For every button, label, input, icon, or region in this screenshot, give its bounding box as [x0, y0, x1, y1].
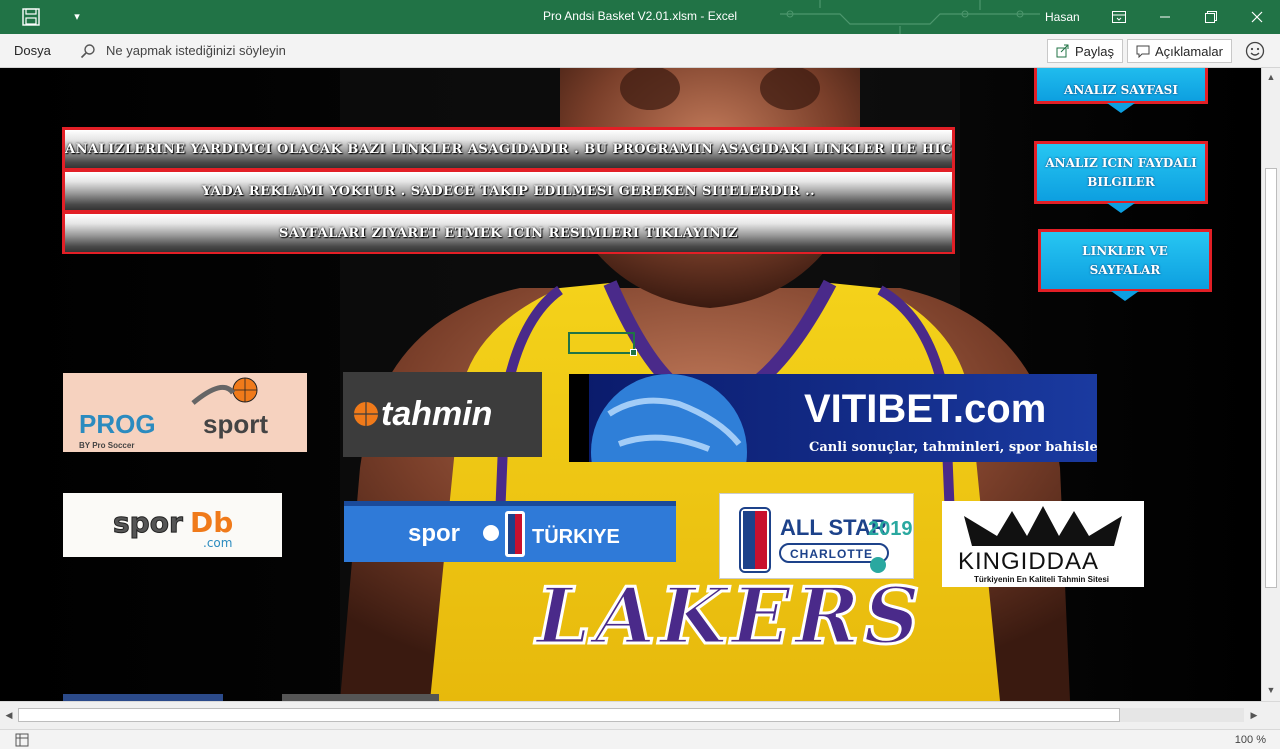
scroll-left-arrow-icon[interactable]: ◀: [2, 708, 16, 722]
vertical-scrollbar[interactable]: ▲ ▼: [1261, 68, 1280, 701]
minimize-button[interactable]: [1142, 0, 1188, 34]
close-icon: [1251, 11, 1263, 23]
linkler-label-line1: LINKLER VE: [1082, 243, 1168, 258]
kingiddaa-link-image[interactable]: KINGIDDAA Türkiyenin En Kaliteli Tahmin …: [942, 501, 1144, 587]
vitibet-tagline: Canli sonuçlar, tahminleri, spor bahisle…: [809, 440, 1097, 455]
ribbon-bar: Dosya Ne yapmak istediğinizi söyleyin Pa…: [0, 34, 1280, 68]
allstar-graphic: ALL STAR 2019 CHARLOTTE: [739, 507, 913, 573]
progsport-subtitle: BY Pro Soccer: [79, 441, 134, 450]
banner-line-1: ANALIZLERINE YARDIMCI OLACAK BAZI LINKLE…: [64, 129, 953, 169]
vitibet-graphic: VITIBET.com Canli sonuçlar, tahminleri, …: [569, 374, 1097, 462]
kingiddaa-graphic: KINGIDDAA Türkiyenin En Kaliteli Tahmin …: [958, 506, 1122, 584]
window-title: Pro Andsi Basket V2.01.xlsm - Excel: [542, 9, 738, 23]
analiz-sayfasi-label: ANALIZ SAYFASI: [1064, 82, 1178, 97]
share-label: Paylaş: [1075, 43, 1115, 59]
share-icon: [1056, 44, 1069, 58]
analiz-sayfasi-button[interactable]: ANALIZ SAYFASI: [1034, 68, 1208, 104]
spordb-word-spor: spor: [113, 506, 183, 539]
faydali-label-line1: ANALIZ ICIN FAYDALI: [1045, 155, 1197, 170]
scroll-down-arrow-icon[interactable]: ▼: [1264, 683, 1278, 697]
info-banner: ANALIZLERINE YARDIMCI OLACAK BAZI LINKLE…: [62, 127, 955, 254]
status-bar: 100 %: [0, 729, 1280, 749]
partial-link-image-1[interactable]: [63, 694, 223, 701]
worksheet-area[interactable]: LAKERS ANALIZLERINE YARDIMCI OLACAK BAZI…: [0, 68, 1261, 701]
allstar-city: CHARLOTTE: [790, 547, 873, 561]
ribbon-display-options-button[interactable]: [1096, 0, 1142, 34]
restore-button[interactable]: [1188, 0, 1234, 34]
horizontal-scroll-thumb[interactable]: [18, 708, 1120, 722]
vertical-scroll-thumb[interactable]: [1265, 168, 1277, 588]
scroll-right-arrow-icon[interactable]: ▶: [1247, 708, 1261, 722]
title-bar: ▾ Pro Andsi Basket V2.01.xlsm - Excel Ha…: [0, 0, 1280, 34]
ribbon-display-icon: [1112, 11, 1126, 23]
spordb-graphic: spor Db .com: [113, 506, 234, 551]
nba-all-star-2019-link-image[interactable]: ALL STAR 2019 CHARLOTTE: [719, 493, 914, 579]
page-layout-icon[interactable]: [15, 733, 29, 747]
vitibet-wordmark: VITIBET.com: [804, 387, 1046, 431]
tahmin-graphic: tahmin: [354, 395, 492, 433]
restore-icon: [1205, 11, 1217, 23]
partial-link-image-2[interactable]: [282, 694, 439, 701]
linkler-label-line2: SAYFALAR: [1089, 262, 1161, 277]
banner-line-2: YADA REKLAMI YOKTUR . SADECE TAKIP EDILM…: [64, 171, 953, 211]
tahmin-wordmark: tahmin: [381, 395, 492, 433]
svg-text:LAKERS: LAKERS: [534, 571, 924, 662]
progsport-graphic: PROG sport BY Pro Soccer: [79, 377, 268, 450]
comments-button[interactable]: Açıklamalar: [1127, 39, 1232, 63]
faydali-label-line2: BILGILER: [1087, 174, 1155, 189]
sporx-word-turkiye: TÜRKIYE: [532, 525, 620, 548]
search-icon: [80, 44, 95, 59]
vitibet-link-image[interactable]: VITIBET.com Canli sonuçlar, tahminleri, …: [569, 374, 1097, 462]
zoom-level[interactable]: 100 %: [1235, 730, 1266, 750]
comments-label: Açıklamalar: [1155, 43, 1223, 59]
sporx-word-spor: spor: [408, 520, 460, 547]
share-button[interactable]: Paylaş: [1047, 39, 1124, 63]
sporx-nba-turkiye-link-image[interactable]: spor TÜRKIYE: [344, 501, 676, 562]
progsport-link-image[interactable]: PROG sport BY Pro Soccer: [63, 373, 307, 452]
minimize-icon: [1160, 16, 1170, 18]
smiley-feedback-icon[interactable]: [1245, 41, 1265, 61]
tahmin-link-image[interactable]: tahmin: [343, 372, 542, 457]
close-button[interactable]: [1234, 0, 1280, 34]
scroll-up-arrow-icon[interactable]: ▲: [1264, 70, 1278, 84]
spordb-word-com: .com: [203, 536, 232, 550]
banner-line-3: SAYFALARI ZIYARET ETMEK ICIN RESIMLERI T…: [64, 213, 953, 253]
user-name[interactable]: Hasan: [1045, 0, 1080, 34]
kingiddaa-wordmark: KINGIDDAA: [958, 548, 1099, 575]
comment-icon: [1136, 45, 1150, 58]
analiz-faydali-bilgiler-button[interactable]: ANALIZ ICIN FAYDALI BILGILER: [1034, 141, 1208, 204]
allstar-year: 2019: [868, 518, 913, 540]
progsport-word-sport: sport: [203, 409, 268, 439]
horizontal-scrollbar[interactable]: ◀ ▶: [0, 701, 1280, 729]
file-tab[interactable]: Dosya: [14, 34, 51, 68]
active-cell-selection[interactable]: [568, 332, 637, 356]
progsport-word-prog: PROG: [79, 409, 156, 439]
spordb-link-image[interactable]: spor Db .com: [63, 493, 282, 557]
linkler-ve-sayfalar-button[interactable]: LINKLER VE SAYFALAR: [1038, 229, 1212, 292]
kingiddaa-tagline: Türkiyenin En Kaliteli Tahmin Sitesi: [974, 575, 1109, 584]
tell-me-input[interactable]: Ne yapmak istediğinizi söyleyin: [106, 34, 286, 68]
sporx-graphic: spor TÜRKIYE: [344, 501, 676, 557]
spordb-word-db: Db: [190, 506, 233, 539]
